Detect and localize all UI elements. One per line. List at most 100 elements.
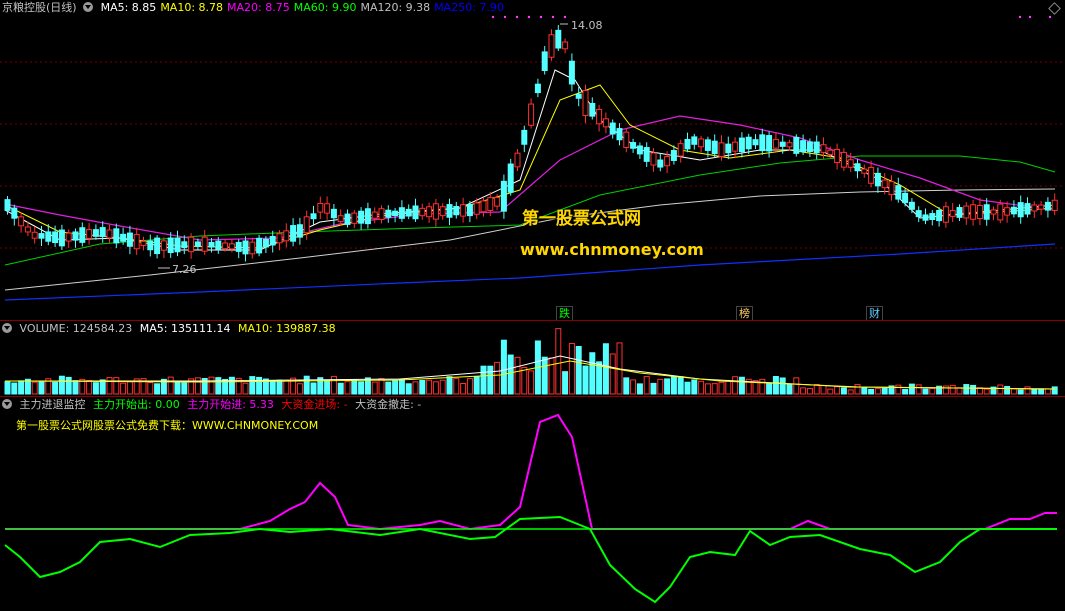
candle-body <box>208 241 215 248</box>
candle-body <box>215 240 222 250</box>
candle-body <box>718 142 725 157</box>
volume-bar <box>4 381 11 395</box>
candle-body <box>79 227 86 243</box>
volume-bar <box>970 384 977 395</box>
volume-bar <box>874 388 881 395</box>
volume-bar <box>691 379 698 395</box>
volume-bar <box>113 377 120 395</box>
candle-body <box>228 243 235 250</box>
indicator-panel[interactable]: 主力进退监控 主力开始出: 0.00 主力开始进: 5.33 大资金进场: - … <box>0 397 1065 611</box>
candle-body <box>18 216 25 227</box>
candle-body <box>283 230 290 242</box>
candle-body <box>548 34 555 58</box>
candle-body <box>174 237 181 253</box>
volume-bar <box>398 378 405 395</box>
event-marker-finance[interactable]: 财 <box>866 306 883 321</box>
volume-bar <box>643 376 650 395</box>
volume-bar <box>453 377 460 395</box>
candle-body <box>650 152 657 166</box>
volume-bar <box>854 384 861 395</box>
candle-body <box>711 140 718 155</box>
volume-bar <box>460 383 467 395</box>
volume-bar <box>684 381 691 395</box>
event-marker-fall[interactable]: 跌 <box>556 306 573 321</box>
candle-body <box>126 232 133 247</box>
volume-bar <box>514 356 521 395</box>
volume-bar <box>528 370 535 395</box>
volume-bar <box>154 383 161 395</box>
candle-body <box>92 229 99 237</box>
candle-body <box>929 213 936 220</box>
candle-body <box>936 209 943 222</box>
volume-bar <box>358 381 365 395</box>
top-marker-dot <box>1028 15 1032 19</box>
volume-bar <box>827 388 834 395</box>
candle-body <box>426 206 433 218</box>
candle-body <box>1010 206 1017 215</box>
candle-body <box>541 51 548 72</box>
candle-body <box>609 122 616 135</box>
volume-bar <box>956 387 963 395</box>
volume-bar <box>120 382 127 395</box>
candle-body <box>106 229 113 239</box>
volume-bar <box>487 365 494 395</box>
volume-bar <box>942 385 949 395</box>
candle-body <box>4 199 11 211</box>
candle-body <box>596 108 603 125</box>
volume-bar <box>793 377 800 395</box>
volume-bar <box>507 354 514 395</box>
price-panel[interactable]: 京粮控股(日线) MA5: 8.85 MA10: 8.78 MA20: 8.75 MA… <box>0 0 1065 321</box>
volume-bar <box>630 379 637 395</box>
candle-body <box>330 208 337 219</box>
candle-body <box>521 129 528 145</box>
top-marker-dot <box>503 15 507 19</box>
candle-body <box>358 210 365 224</box>
candle-body <box>249 241 256 255</box>
candle-body <box>385 209 392 218</box>
candle-body <box>310 213 317 220</box>
volume-bar <box>1031 388 1038 395</box>
candle-body <box>684 138 691 150</box>
volume-bar <box>228 376 235 395</box>
candle-body <box>147 240 154 251</box>
candle-body <box>1024 203 1031 215</box>
volume-bar <box>480 365 487 395</box>
candle-body <box>453 206 460 216</box>
candle-body <box>881 179 888 189</box>
candle-body <box>664 156 671 167</box>
candle-body <box>643 147 650 162</box>
candle-body <box>52 231 59 244</box>
candle-body <box>120 233 127 242</box>
top-marker-dot <box>1048 15 1052 19</box>
candle-body <box>188 236 195 253</box>
indicator-chart <box>4 413 1057 604</box>
candle-body <box>902 192 909 204</box>
volume-bar <box>963 384 970 395</box>
candle-body <box>378 208 385 221</box>
candle-body <box>487 197 494 212</box>
candle-body <box>562 41 569 50</box>
volume-bar <box>568 342 575 395</box>
volume-bar <box>439 379 446 395</box>
volume-bar <box>86 380 93 395</box>
volume-bar <box>902 388 909 395</box>
volume-bar <box>949 384 956 395</box>
volume-bar <box>412 381 419 395</box>
volume-bar <box>922 388 929 395</box>
candle-body <box>976 204 983 220</box>
candle-body <box>555 29 562 49</box>
volume-bar <box>813 383 820 395</box>
candle-body <box>398 207 405 219</box>
candle-body <box>480 200 487 213</box>
candle-body <box>392 210 399 217</box>
high-price-label: 14.08 <box>571 19 603 32</box>
volume-bar <box>99 379 106 395</box>
candle-body <box>262 238 269 248</box>
candle-body <box>1031 204 1038 212</box>
volume-bar <box>494 361 501 395</box>
volume-panel[interactable]: VOLUME: 124584.23 MA5: 135111.14 MA10: 1… <box>0 321 1065 396</box>
candle-body <box>657 159 664 168</box>
event-marker-list[interactable]: 榜 <box>736 306 753 321</box>
volume-bar <box>385 381 392 395</box>
candle-body <box>222 242 229 250</box>
